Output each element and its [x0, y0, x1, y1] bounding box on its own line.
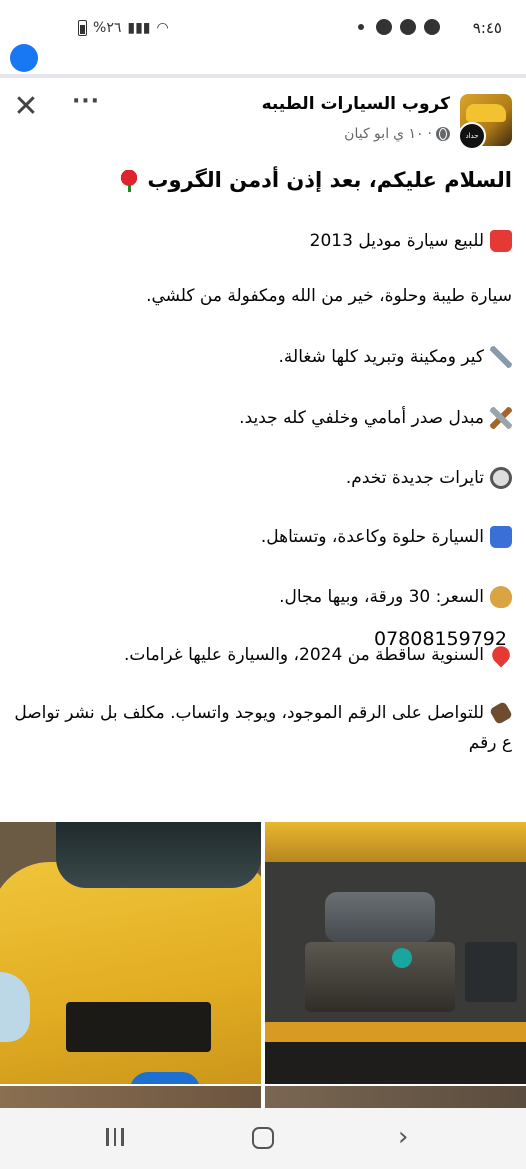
close-icon[interactable]: ✕ — [10, 92, 42, 124]
meta-separator: · — [427, 126, 432, 142]
radiator-support-shape — [265, 1022, 526, 1042]
coolant-cap-shape — [392, 948, 412, 968]
wrench-emoji — [490, 346, 512, 368]
post-line: للتواصل على الرقم الموجود، ويوجد واتساب.… — [14, 698, 514, 758]
post-line-text: تايرات جديدة تخدم. — [345, 468, 484, 488]
user-avatar[interactable]: حداد — [458, 122, 486, 150]
post-line: سيارة طيبة وحلوة، خير من الله ومكفولة من… — [146, 281, 512, 311]
blue-bumper-shape — [130, 1072, 200, 1084]
signal-icon: ▮▮▮ — [127, 20, 151, 36]
notification-dot-icon — [358, 24, 364, 30]
post-title-text: السلام عليكم، بعد إذن أدمن الگروب — [147, 168, 512, 192]
red-car-emoji — [490, 230, 512, 252]
more-options-icon[interactable]: ··· — [70, 91, 102, 120]
app-notification-icon — [400, 19, 416, 35]
blue-car-emoji — [490, 526, 512, 548]
feed-avatar — [10, 44, 38, 72]
post-line-text: للبيع سيارة موديل 2013 — [309, 231, 484, 251]
post-line: السيارة حلوة وكاعدة، وتستاهل. — [261, 522, 512, 552]
phone-number[interactable]: 07808159792 — [374, 624, 507, 654]
battery-percent: %٢٦ — [93, 20, 122, 36]
post-header: ✕ ··· حداد كروب السيارات الطيبه ابو كيان… — [0, 82, 526, 150]
group-name[interactable]: كروب السيارات الطيبه — [262, 94, 450, 114]
post-line: مبدل صدر أمامي وخلفي كله جديد. — [239, 403, 512, 433]
photo-thumbnail[interactable] — [265, 1086, 526, 1110]
app-notification-icon — [376, 19, 392, 35]
post-title: السلام عليكم، بعد إذن أدمن الگروب — [112, 162, 512, 198]
money-bag-emoji — [490, 586, 512, 608]
recent-apps-icon[interactable] — [106, 1128, 128, 1148]
globe-icon — [436, 127, 450, 141]
car-battery-shape — [465, 942, 517, 1002]
post-time: ١٠ ي — [393, 126, 424, 142]
home-icon[interactable] — [252, 1127, 274, 1149]
status-time: ٩:٤٥ — [472, 19, 502, 37]
author-name[interactable]: ابو كيان — [344, 126, 389, 142]
wifi-icon: ◠ — [156, 20, 169, 36]
under-hood-shape — [265, 1042, 526, 1084]
windshield-shape — [56, 822, 261, 888]
post-line-text: السعر: 30 ورقة، وبيها مجال. — [279, 587, 484, 607]
missing-grille-shape — [66, 1002, 211, 1052]
post-line-text: للتواصل على الرقم الموجود، ويوجد واتساب.… — [14, 703, 512, 753]
back-icon[interactable]: › — [398, 1124, 408, 1150]
post-line-text: السيارة حلوة وكاعدة، وتستاهل. — [260, 527, 484, 547]
battery-icon — [78, 20, 87, 36]
photo-grid — [0, 822, 526, 1086]
hood-frame-shape — [265, 822, 526, 862]
hammer-wrench-emoji — [490, 407, 512, 429]
wheel-emoji — [490, 467, 512, 489]
post-line: كير ومكينة وتبريد كلها شغالة. — [279, 342, 512, 372]
car-thumbnail — [466, 104, 506, 122]
rose-emoji — [118, 170, 141, 192]
post-meta: ابو كيان ١٠ ي · — [344, 126, 450, 142]
feed-background — [0, 44, 526, 78]
engine-lower-shape — [305, 942, 455, 1012]
app-notification-icon — [424, 19, 440, 35]
phone-receiver-emoji — [488, 700, 514, 726]
post-line-text: سيارة طيبة وحلوة، خير من الله ومكفولة من… — [146, 286, 512, 306]
post-line-text: كير ومكينة وتبريد كلها شغالة. — [278, 347, 484, 367]
post-line-text: مبدل صدر أمامي وخلفي كله جديد. — [239, 408, 484, 428]
photo-thumbnail[interactable] — [0, 1086, 261, 1110]
system-nav-bar: › — [0, 1108, 526, 1169]
photo-grid-row2 — [0, 1086, 526, 1110]
status-bar: ٩:٤٥ %٢٦ ▮▮▮ ◠ — [0, 0, 526, 52]
car-front-photo[interactable] — [0, 822, 261, 1084]
post-line: تايرات جديدة تخدم. — [346, 463, 512, 493]
notification-icons — [358, 19, 440, 35]
engine-bay-photo[interactable] — [265, 822, 526, 1084]
system-status-icons: %٢٦ ▮▮▮ ◠ — [78, 20, 169, 36]
post-line: السعر: 30 ورقة، وبيها مجال. — [279, 582, 512, 612]
engine-cover-shape — [325, 892, 435, 942]
post-line: للبيع سيارة موديل 2013 — [310, 226, 512, 256]
